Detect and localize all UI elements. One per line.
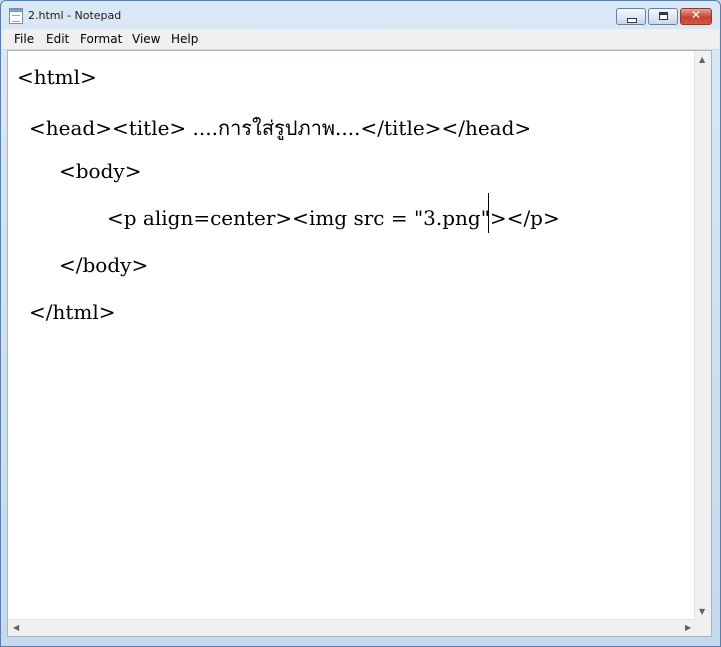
minimize-button[interactable] bbox=[616, 8, 646, 25]
maximize-button[interactable] bbox=[648, 8, 678, 25]
menu-help[interactable]: Help bbox=[171, 32, 198, 46]
close-button[interactable]: ✕ bbox=[680, 8, 712, 25]
editor-text-area[interactable]: <html> <head><title> ....การใส่รูปภาพ...… bbox=[8, 51, 697, 622]
minimize-icon bbox=[627, 18, 637, 23]
scroll-right-arrow-icon[interactable]: ▶ bbox=[685, 624, 691, 632]
code-line: </body> bbox=[59, 253, 149, 277]
horizontal-scrollbar[interactable]: ◀ ▶ bbox=[8, 619, 697, 636]
code-line: </html> bbox=[29, 300, 116, 324]
text-editor[interactable]: <html> <head><title> ....การใส่รูปภาพ...… bbox=[7, 50, 712, 637]
vertical-scrollbar[interactable]: ▲ ▼ bbox=[694, 51, 711, 622]
notepad-window: 2.html - Notepad ✕ File Edit Format View… bbox=[0, 0, 721, 647]
scrollbar-corner bbox=[695, 620, 711, 636]
scroll-down-arrow-icon[interactable]: ▼ bbox=[699, 608, 705, 616]
code-line: <p align=center><img src = "3.png"></p> bbox=[107, 206, 560, 230]
maximize-icon bbox=[659, 12, 668, 20]
notepad-icon[interactable] bbox=[9, 8, 23, 24]
close-icon: ✕ bbox=[690, 8, 702, 22]
code-line: <head><title> ....การใส่รูปภาพ....</titl… bbox=[29, 116, 532, 140]
menu-view[interactable]: View bbox=[132, 32, 160, 46]
window-title: 2.html - Notepad bbox=[28, 9, 122, 22]
menu-edit[interactable]: Edit bbox=[46, 32, 69, 46]
code-line: <body> bbox=[59, 159, 142, 183]
menu-file[interactable]: File bbox=[14, 32, 34, 46]
scroll-left-arrow-icon[interactable]: ◀ bbox=[13, 624, 19, 632]
menu-format[interactable]: Format bbox=[80, 32, 122, 46]
title-bar[interactable]: 2.html - Notepad ✕ bbox=[1, 1, 720, 29]
text-caret bbox=[488, 193, 489, 233]
code-line: <html> bbox=[17, 65, 97, 89]
menu-bar: File Edit Format View Help bbox=[2, 29, 719, 50]
scroll-up-arrow-icon[interactable]: ▲ bbox=[699, 56, 705, 64]
